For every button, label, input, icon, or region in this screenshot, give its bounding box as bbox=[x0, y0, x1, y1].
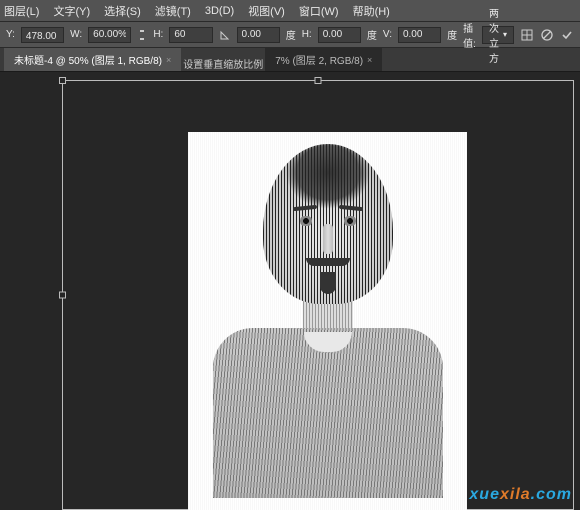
transform-handle-tm[interactable] bbox=[315, 77, 322, 84]
eyebrow-left bbox=[292, 205, 316, 211]
watermark-part1: xue bbox=[469, 486, 500, 503]
interp-value: 两次立方 bbox=[489, 5, 499, 65]
deg-label-3: 度 bbox=[447, 27, 457, 42]
interp-dropdown[interactable]: 两次立方 bbox=[482, 26, 514, 44]
watermark: xuexila.com bbox=[469, 486, 572, 504]
goatee bbox=[320, 272, 336, 294]
angle-input[interactable] bbox=[237, 27, 280, 43]
eye-left bbox=[297, 216, 315, 226]
w-label: W: bbox=[70, 29, 82, 40]
h-label: H: bbox=[153, 29, 163, 40]
watermark-part3: .com bbox=[531, 486, 572, 503]
commit-icon[interactable] bbox=[560, 26, 574, 44]
skew-v-input[interactable] bbox=[398, 27, 441, 43]
link-icon[interactable] bbox=[137, 28, 147, 42]
deg-label-2: 度 bbox=[367, 27, 377, 42]
menu-window[interactable]: 窗口(W) bbox=[299, 3, 339, 19]
close-icon[interactable]: × bbox=[166, 55, 171, 65]
y-label: Y: bbox=[6, 29, 15, 40]
menu-select[interactable]: 选择(S) bbox=[104, 3, 141, 19]
portrait-torso bbox=[213, 328, 443, 498]
eyebrow-right bbox=[338, 205, 362, 211]
menu-view[interactable]: 视图(V) bbox=[248, 3, 285, 19]
menu-help[interactable]: 帮助(H) bbox=[353, 3, 390, 19]
transform-handle-tl[interactable] bbox=[59, 77, 66, 84]
eye-right bbox=[341, 216, 359, 226]
options-bar: Y: W: H: 度 H: 度 V: 度 插值: 两次立方 bbox=[0, 22, 580, 48]
skew-h-input[interactable] bbox=[318, 27, 361, 43]
transform-handle-ml[interactable] bbox=[59, 292, 66, 299]
tab-2-label: 7% (图层 2, RGB/8) bbox=[275, 52, 363, 67]
tab-document-2[interactable]: 7% (图层 2, RGB/8) × bbox=[265, 48, 382, 71]
portrait-figure bbox=[213, 144, 443, 498]
cancel-icon[interactable] bbox=[540, 26, 554, 44]
close-icon[interactable]: × bbox=[367, 55, 372, 65]
tooltip-v-scale: 设置垂直缩放比例 bbox=[183, 56, 263, 71]
skew-h-label: H: bbox=[302, 29, 312, 40]
h-input[interactable] bbox=[169, 27, 212, 43]
deg-label-1: 度 bbox=[286, 27, 296, 42]
warp-icon[interactable] bbox=[520, 26, 534, 44]
watermark-part2: xila bbox=[500, 486, 531, 503]
mustache bbox=[306, 258, 350, 266]
menu-3d[interactable]: 3D(D) bbox=[205, 5, 234, 17]
canvas-area[interactable]: ✛ xuexila.com bbox=[0, 72, 580, 510]
w-input[interactable] bbox=[88, 27, 131, 43]
menu-layer[interactable]: 图层(L) bbox=[4, 3, 39, 19]
menu-type[interactable]: 文字(Y) bbox=[53, 3, 90, 19]
portrait-head bbox=[263, 144, 393, 304]
interp-label: 插值: bbox=[463, 20, 476, 50]
skew-v-label: V: bbox=[383, 29, 392, 40]
tab-1-label: 未标题-4 @ 50% (图层 1, RGB/8) bbox=[14, 52, 162, 67]
angle-icon[interactable] bbox=[219, 26, 231, 44]
y-input[interactable] bbox=[21, 27, 64, 43]
artwork-image bbox=[188, 132, 467, 510]
tab-document-1[interactable]: 未标题-4 @ 50% (图层 1, RGB/8) × bbox=[4, 48, 181, 71]
menu-filter[interactable]: 滤镜(T) bbox=[155, 3, 191, 19]
nose bbox=[323, 224, 333, 254]
